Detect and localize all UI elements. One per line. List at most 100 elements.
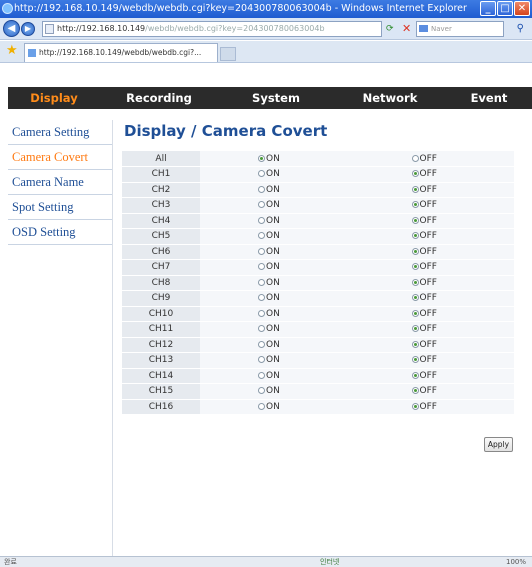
on-option: ON (200, 213, 354, 229)
on-radio[interactable] (258, 371, 265, 379)
off-radio[interactable] (411, 232, 419, 240)
ie-logo-icon (2, 3, 13, 14)
sidebar-item-camera-name[interactable]: Camera Name (8, 170, 112, 195)
close-button[interactable]: ✕ (514, 1, 530, 16)
sidebar-item-spot-setting[interactable]: Spot Setting (8, 195, 112, 220)
off-option: OFF (353, 383, 514, 400)
off-option: OFF (353, 182, 514, 198)
on-radio[interactable] (258, 402, 265, 410)
sidebar-item-camera-setting[interactable]: Camera Setting (8, 120, 112, 145)
on-radio[interactable] (258, 232, 265, 240)
new-tab-button[interactable] (220, 47, 236, 61)
star-icon[interactable]: ★ (6, 44, 18, 58)
search-button[interactable]: ⚲ (517, 21, 524, 37)
channel-label: CH2 (122, 182, 200, 198)
on-radio[interactable] (258, 201, 265, 209)
nav-network[interactable]: Network (334, 87, 446, 109)
channel-label: CH1 (122, 166, 200, 183)
on-radio[interactable] (258, 278, 265, 286)
forward-button[interactable]: ▶ (21, 22, 35, 36)
table-row: CH1 ON OFF (122, 166, 514, 183)
on-option: ON (200, 151, 354, 167)
channel-label: CH15 (122, 383, 200, 400)
browser-tab[interactable]: http://192.168.10.149/webdb/webdb.cgi?..… (24, 43, 218, 62)
nav-event[interactable]: Event (446, 87, 532, 109)
radio-label: ON (266, 324, 280, 335)
off-radio[interactable] (411, 201, 419, 209)
channel-label: All (122, 151, 200, 167)
off-radio[interactable] (411, 185, 419, 193)
radio-label: ON (266, 355, 280, 366)
radio-label: OFF (419, 370, 437, 381)
nav-recording[interactable]: Recording (100, 87, 218, 109)
on-radio[interactable] (258, 294, 265, 302)
main-nav: Display Recording System Network Event (8, 87, 532, 109)
address-host: http://192.168.10.149 (57, 24, 146, 33)
radio-label: OFF (419, 293, 437, 304)
on-option: ON (200, 383, 354, 400)
on-radio[interactable] (258, 247, 265, 255)
off-radio[interactable] (411, 309, 419, 317)
refresh-button[interactable]: ⟳ (386, 21, 416, 37)
table-row: CH12 ON OFF (122, 337, 514, 353)
channel-label: CH10 (122, 306, 200, 322)
off-radio[interactable] (411, 387, 419, 395)
radio-label: OFF (419, 355, 437, 366)
radio-label: OFF (419, 401, 437, 412)
table-row: CH14 ON OFF (122, 368, 514, 384)
off-radio[interactable] (411, 216, 419, 224)
table-row: CH3 ON OFF (122, 197, 514, 214)
off-option: OFF (353, 151, 514, 167)
on-option: ON (200, 228, 354, 245)
on-radio[interactable] (258, 185, 265, 193)
radio-label: ON (266, 169, 280, 180)
off-radio[interactable] (411, 340, 419, 348)
tab-favicon-icon (28, 49, 36, 57)
off-radio[interactable] (411, 371, 419, 379)
apply-button[interactable]: Apply (484, 437, 513, 452)
off-option: OFF (353, 228, 514, 245)
radio-label: ON (266, 293, 280, 304)
on-radio[interactable] (258, 170, 265, 178)
off-radio[interactable] (411, 356, 419, 364)
off-radio[interactable] (411, 325, 419, 333)
on-radio[interactable] (258, 340, 265, 348)
on-radio[interactable] (258, 325, 265, 333)
search-input[interactable]: Naver (416, 21, 504, 37)
on-radio[interactable] (258, 263, 265, 271)
on-radio[interactable] (258, 154, 265, 162)
minimize-button[interactable]: _ (480, 1, 496, 16)
off-option: OFF (353, 352, 514, 369)
off-radio[interactable] (411, 263, 419, 271)
off-radio[interactable] (411, 154, 419, 162)
on-option: ON (200, 352, 354, 369)
nav-display[interactable]: Display (8, 87, 100, 109)
off-radio[interactable] (411, 278, 419, 286)
address-input[interactable]: http://192.168.10.149/webdb/webdb.cgi?ke… (42, 21, 382, 37)
off-option: OFF (353, 337, 514, 353)
sidebar-item-osd-setting[interactable]: OSD Setting (8, 220, 112, 245)
off-option: OFF (353, 321, 514, 338)
off-radio[interactable] (411, 402, 419, 410)
off-radio[interactable] (411, 170, 419, 178)
off-option: OFF (353, 197, 514, 214)
on-radio[interactable] (258, 387, 265, 395)
channel-label: CH8 (122, 275, 200, 291)
on-radio[interactable] (258, 216, 265, 224)
camera-covert-table: All ON OFF CH1 ON OFF CH2 ON OFF CH3 ON OFF CH4 ON OFF… (122, 151, 514, 415)
on-option: ON (200, 306, 354, 322)
channel-label: CH9 (122, 290, 200, 307)
off-radio[interactable] (411, 294, 419, 302)
stop-button[interactable]: ✕ (402, 21, 411, 37)
maximize-button[interactable]: □ (497, 1, 513, 16)
on-radio[interactable] (258, 309, 265, 317)
zoom-level[interactable]: 100% (506, 557, 526, 567)
nav-system[interactable]: System (218, 87, 334, 109)
address-toolbar: ◀ ▶ http://192.168.10.149/webdb/webdb.cg… (0, 18, 532, 40)
sidebar-item-camera-covert[interactable]: Camera Covert (8, 145, 112, 170)
off-radio[interactable] (411, 247, 419, 255)
on-radio[interactable] (258, 356, 265, 364)
back-button[interactable]: ◀ (3, 20, 20, 37)
radio-label: ON (266, 386, 280, 397)
tab-label: http://192.168.10.149/webdb/webdb.cgi?..… (39, 48, 202, 57)
